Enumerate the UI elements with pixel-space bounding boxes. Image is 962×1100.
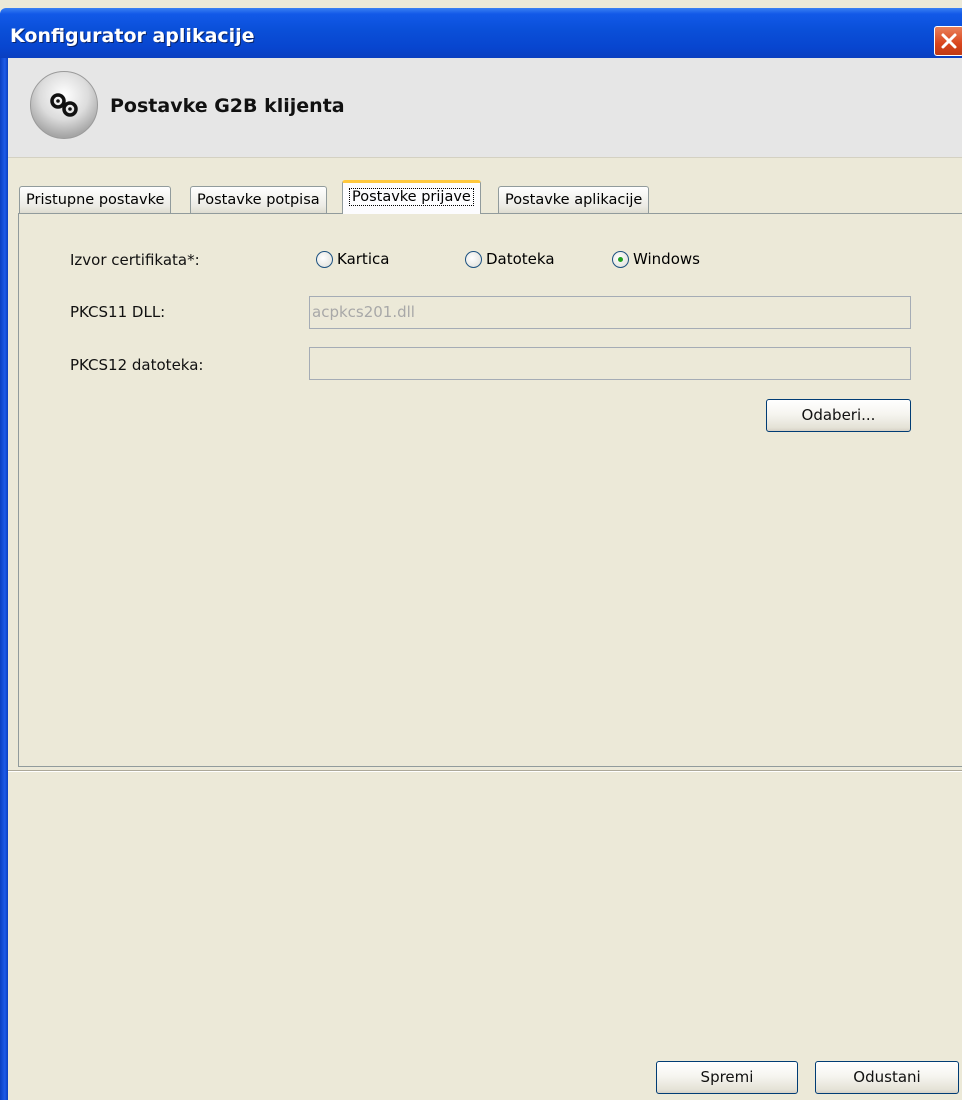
tab-postavke-prijave[interactable]: Postavke prijave	[342, 180, 481, 214]
gears-icon	[30, 71, 98, 139]
pkcs12-label: PKCS12 datoteka:	[70, 356, 204, 374]
radio-kartica[interactable]: Kartica	[316, 248, 389, 270]
tab-label: Postavke aplikacije	[505, 192, 643, 208]
pkcs11-input[interactable]: acpkcs201.dll	[309, 296, 911, 329]
cancel-button[interactable]: Odustani	[815, 1061, 959, 1094]
radio-datoteka[interactable]: Datoteka	[465, 248, 555, 270]
close-icon	[941, 33, 957, 49]
cert-source-label: Izvor certifikata*:	[70, 251, 200, 269]
radio-label: Datoteka	[486, 250, 555, 268]
radio-label: Kartica	[337, 250, 390, 268]
radio-circle[interactable]	[612, 250, 629, 268]
pkcs12-input[interactable]	[309, 347, 911, 380]
tab-label: Pristupne postavke	[26, 192, 165, 208]
choose-file-button[interactable]: Odaberi...	[766, 399, 911, 432]
save-button[interactable]: Spremi	[656, 1061, 798, 1094]
radio-circle[interactable]	[465, 250, 482, 268]
tab-pristupne-postavke[interactable]: Pristupne postavke	[19, 186, 172, 214]
pkcs11-label: PKCS11 DLL:	[70, 303, 166, 321]
tab-label: Postavke prijave	[349, 188, 474, 206]
tab-postavke-potpisa[interactable]: Postavke potpisa	[190, 186, 327, 214]
tab-postavke-aplikacije[interactable]: Postavke aplikacije	[498, 186, 650, 214]
dialog-title: Postavke G2B klijenta	[110, 95, 345, 117]
radio-label: Windows	[633, 250, 700, 268]
close-button[interactable]	[934, 26, 962, 56]
dialog-header: Postavke G2B klijenta	[8, 58, 962, 158]
tab-label: Postavke potpisa	[197, 192, 320, 208]
radio-windows[interactable]: Windows	[612, 248, 700, 270]
separator	[8, 770, 962, 772]
window-frame-left	[0, 58, 8, 1100]
radio-circle[interactable]	[316, 250, 333, 268]
app-window: Konfigurator aplikacije Postavke G2B kli…	[0, 0, 962, 1100]
title-bar[interactable]: Konfigurator aplikacije	[0, 8, 962, 58]
window-title: Konfigurator aplikacije	[10, 25, 255, 47]
